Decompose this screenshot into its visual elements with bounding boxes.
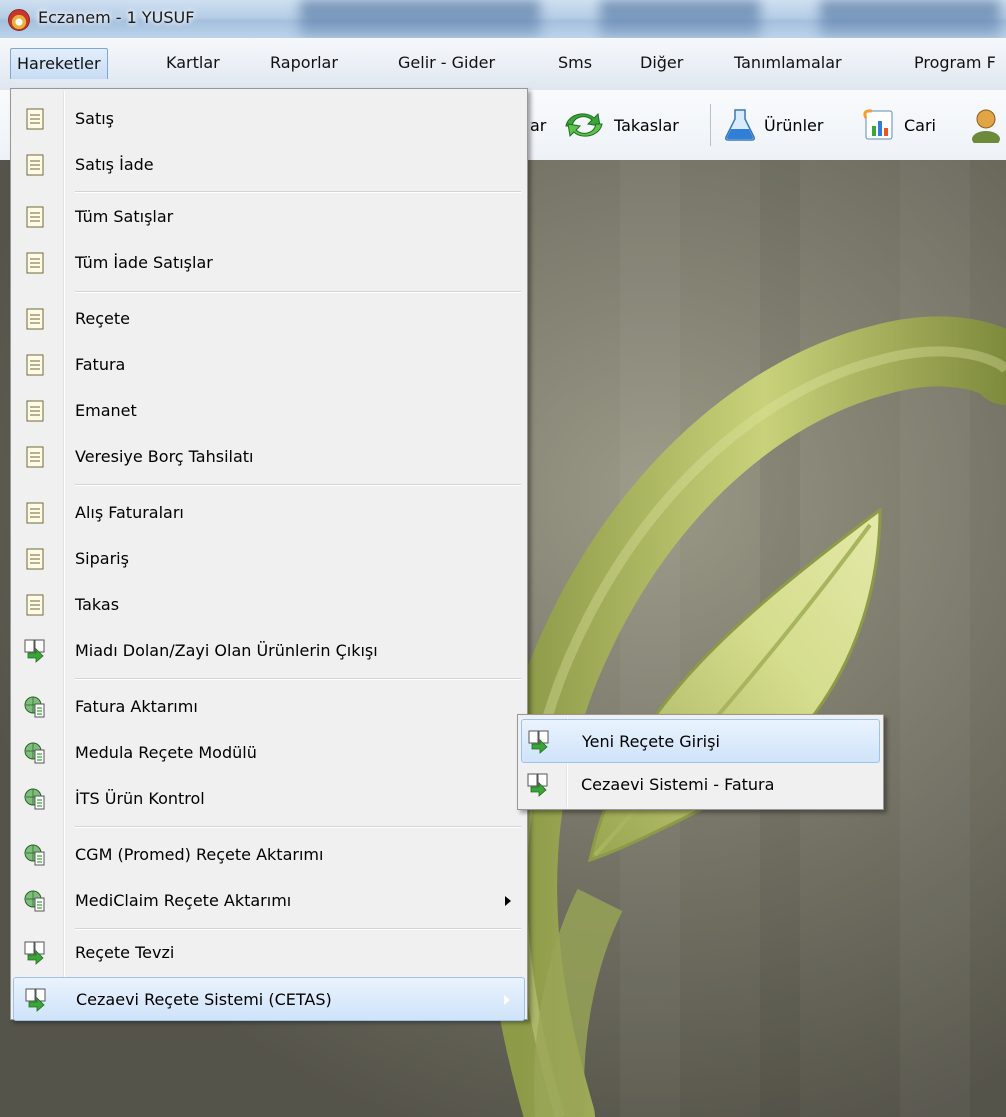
menu-item-label: İTS Ürün Kontrol: [75, 789, 205, 808]
submenu-arrow-icon: [504, 995, 510, 1005]
app-logo-icon: [8, 9, 30, 31]
swap-arrows-icon: [565, 112, 603, 138]
document-icon: [26, 502, 44, 524]
menu-item-tum-iade-satislar[interactable]: Tüm İade Satışlar: [13, 241, 525, 285]
menu-item-label: Satış İade: [75, 155, 154, 174]
submenu-arrow-icon: [505, 896, 511, 906]
toolbar-item-label: Takaslar: [614, 115, 679, 135]
menu-item-satis[interactable]: Satış: [13, 97, 525, 141]
menu-item-label: Cezaevi Sistemi - Fatura: [581, 775, 775, 794]
menu-item-label: Takas: [75, 595, 120, 614]
menu-diger[interactable]: Diğer: [634, 48, 689, 78]
menu-item-tum-satislar[interactable]: Tüm Satışlar: [13, 195, 525, 239]
document-transfer-icon: [25, 988, 46, 1012]
document-icon: [26, 594, 44, 616]
menu-item-fatura[interactable]: Fatura: [13, 343, 525, 387]
menu-item-veresiye-borc-tahsilati[interactable]: Veresiye Borç Tahsilatı: [13, 435, 525, 479]
menu-item-label: Fatura Aktarımı: [75, 697, 198, 716]
menu-item-label: Cezaevi Reçete Sistemi (CETAS): [76, 990, 332, 1009]
menu-item-label: Tüm Satışlar: [75, 207, 174, 226]
menu-item-miadi-dolan[interactable]: Miadı Dolan/Zayi Olan Ürünlerin Çıkışı: [13, 629, 525, 673]
document-icon: [26, 252, 44, 274]
menu-program[interactable]: Program F: [908, 48, 1002, 78]
menu-item-takas[interactable]: Takas: [13, 583, 525, 627]
toolbar-item-truncated[interactable]: ar: [530, 108, 546, 142]
menu-item-medula-recete-modulu[interactable]: Medula Reçete Modülü: [13, 731, 525, 775]
menu-item-label: Medula Reçete Modülü: [75, 743, 257, 762]
toolbar-separator: [710, 104, 711, 146]
menu-separator: [75, 484, 521, 486]
menu-tanimlamalar[interactable]: Tanımlamalar: [728, 48, 848, 78]
menu-item-siparis[interactable]: Sipariş: [13, 537, 525, 581]
submenu-item-cezaevi-sistemi-fatura[interactable]: Cezaevi Sistemi - Fatura: [521, 763, 880, 807]
cetas-submenu: Yeni Reçete Girişi Cezaevi Sistemi - Fat…: [517, 714, 884, 810]
menu-hareketler[interactable]: Hareketler: [10, 48, 108, 79]
menu-gelir-gider[interactable]: Gelir - Gider: [392, 48, 501, 78]
menu-sms[interactable]: Sms: [552, 48, 598, 78]
document-icon: [26, 400, 44, 422]
menu-item-cgm-promed-recete-aktarimi[interactable]: CGM (Promed) Reçete Aktarımı: [13, 833, 525, 877]
document-icon: [26, 446, 44, 468]
menu-bar: Hareketler Kartlar Raporlar Gelir - Gide…: [0, 38, 1006, 91]
title-bar[interactable]: Eczanem - 1 YUSUF: [0, 0, 1006, 38]
menu-item-label: Reçete: [75, 309, 130, 328]
menu-item-label: Satış: [75, 109, 115, 128]
menu-item-label: Sipariş: [75, 549, 129, 568]
document-icon: [26, 108, 44, 130]
menu-item-label: Fatura: [75, 355, 126, 374]
document-transfer-icon: [24, 941, 45, 965]
menu-item-fatura-aktarimi[interactable]: Fatura Aktarımı: [13, 685, 525, 729]
toolbar-cari-button[interactable]: Cari: [862, 108, 936, 142]
menu-kartlar[interactable]: Kartlar: [160, 48, 226, 78]
toolbar-item-label: Ürünler: [764, 115, 824, 135]
toolbar-item-label: Cari: [904, 115, 936, 135]
document-transfer-icon: [24, 639, 45, 663]
menu-item-label: Reçete Tevzi: [75, 943, 175, 962]
users-icon: [972, 109, 1000, 143]
menu-separator: [75, 826, 521, 828]
menu-item-label: Emanet: [75, 401, 137, 420]
document-icon: [26, 354, 44, 376]
window-title: Eczanem - 1 YUSUF: [38, 8, 195, 27]
menu-item-emanet[interactable]: Emanet: [13, 389, 525, 433]
chart-document-icon: [863, 109, 893, 140]
document-icon: [26, 206, 44, 228]
menu-item-label: CGM (Promed) Reçete Aktarımı: [75, 845, 324, 864]
menu-item-satis-iade[interactable]: Satış İade: [13, 143, 525, 187]
menu-item-label: Tüm İade Satışlar: [75, 253, 213, 272]
globe-document-icon: [24, 742, 45, 764]
toolbar-urunler-button[interactable]: Ürünler: [722, 108, 823, 142]
menu-item-label: Yeni Reçete Girişi: [582, 732, 720, 751]
menu-raporlar[interactable]: Raporlar: [264, 48, 344, 78]
document-icon: [26, 548, 44, 570]
menu-item-its-urun-kontrol[interactable]: İTS Ürün Kontrol: [13, 777, 525, 821]
menu-item-cezaevi-recete-sistemi[interactable]: Cezaevi Reçete Sistemi (CETAS): [13, 977, 525, 1021]
menu-item-recete-tevzi[interactable]: Reçete Tevzi: [13, 931, 525, 975]
globe-document-icon: [24, 844, 45, 866]
toolbar-item-label: ar: [530, 115, 547, 135]
submenu-item-yeni-recete-girisi[interactable]: Yeni Reçete Girişi: [521, 719, 880, 763]
menu-item-label: Veresiye Borç Tahsilatı: [75, 447, 254, 466]
flask-icon: [725, 109, 755, 141]
document-icon: [26, 154, 44, 176]
toolbar-takaslar-button[interactable]: Takaslar: [560, 108, 679, 142]
document-transfer-icon: [528, 730, 549, 754]
menu-separator: [75, 678, 521, 680]
menu-separator: [75, 291, 521, 293]
globe-document-icon: [24, 696, 45, 718]
menu-item-mediclaim-recete-aktarimi[interactable]: MediClaim Reçete Aktarımı: [13, 879, 525, 923]
menu-separator: [75, 191, 521, 193]
document-icon: [26, 308, 44, 330]
menu-item-alis-faturalari[interactable]: Alış Faturaları: [13, 491, 525, 535]
menu-item-label: Alış Faturaları: [75, 503, 184, 522]
menu-item-label: Miadı Dolan/Zayi Olan Ürünlerin Çıkışı: [75, 641, 378, 660]
globe-document-icon: [24, 788, 45, 810]
globe-document-icon: [24, 890, 45, 912]
toolbar-users-button[interactable]: [968, 108, 1006, 143]
hareketler-dropdown: Satış Satış İade Tüm Satışlar Tüm İade S…: [10, 88, 528, 1021]
document-transfer-icon: [527, 773, 548, 797]
menu-separator: [75, 928, 521, 930]
menu-item-label: MediClaim Reçete Aktarımı: [75, 891, 292, 910]
menu-item-recete[interactable]: Reçete: [13, 297, 525, 341]
